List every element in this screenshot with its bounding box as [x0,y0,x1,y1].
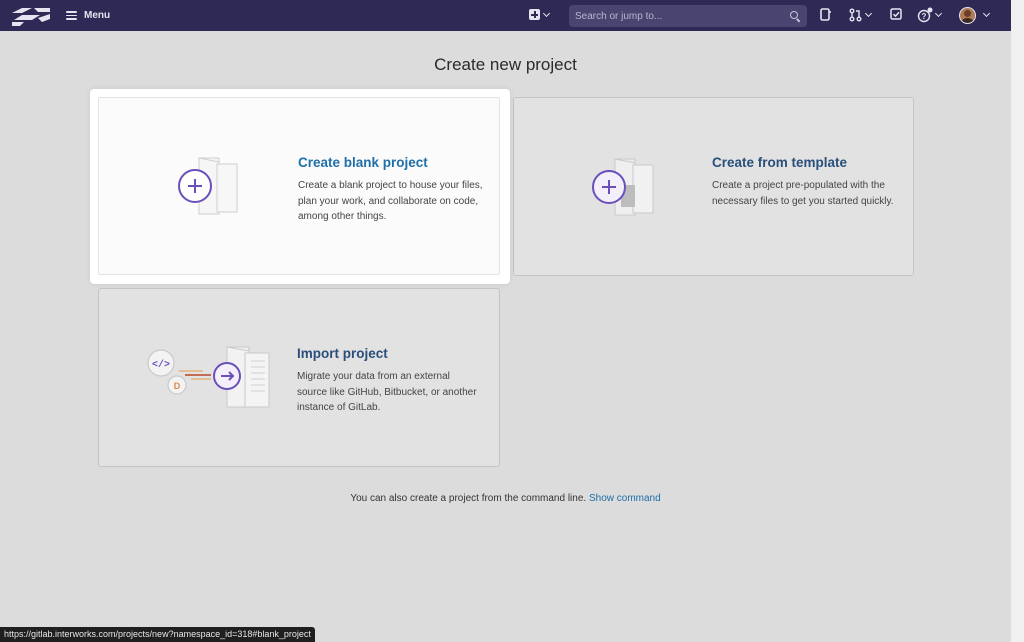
new-item-dropdown[interactable] [529,9,551,20]
merge-request-icon[interactable] [849,8,863,22]
search-input[interactable] [569,5,807,27]
brand-logo-icon[interactable] [10,5,52,27]
search-box[interactable] [569,5,807,27]
svg-text:D: D [174,381,181,391]
top-navbar: Menu ? [0,0,1011,31]
command-line-text: You can also create a project from the c… [350,493,587,504]
create-blank-project-highlight: Create blank project Create a blank proj… [90,89,510,284]
card-description: Migrate your data from an external sourc… [297,371,477,413]
todo-icon[interactable] [890,8,903,21]
help-icon[interactable]: ? [917,7,933,23]
chevron-down-icon [542,9,551,17]
create-from-template-card[interactable]: Create from template Create a project pr… [513,97,914,276]
chevron-down-icon[interactable] [982,9,991,18]
hamburger-icon [66,11,77,20]
command-line-hint: You can also create a project from the c… [0,493,1011,504]
card-description: Create a project pre-populated with the … [712,180,894,207]
card-title[interactable]: Create blank project [298,155,428,170]
search-icon [790,11,798,19]
plus-square-icon [529,9,540,20]
user-avatar[interactable] [959,7,976,24]
show-command-link[interactable]: Show command [589,493,661,504]
card-title[interactable]: Import project [297,346,388,361]
menu-button[interactable]: Menu [66,0,110,31]
scrollbar-track[interactable] [1011,0,1024,642]
page-title: Create new project [434,55,577,74]
card-description: Create a blank project to house your fil… [298,180,483,222]
card-title[interactable]: Create from template [712,155,847,170]
import-project-card[interactable]: </> D Import project Migrate your data f… [98,288,500,467]
import-arrow-icon: </> D [147,346,270,408]
chevron-down-icon[interactable] [934,9,943,18]
chevron-down-icon[interactable] [864,9,873,18]
menu-label: Menu [84,10,111,21]
plus-document-icon [178,157,238,215]
create-blank-project-card[interactable]: Create blank project Create a blank proj… [98,97,500,275]
template-document-icon [592,158,654,216]
svg-text:?: ? [922,12,927,21]
issues-icon[interactable] [820,8,832,22]
svg-text:</>: </> [152,359,170,371]
status-bar-url: https://gitlab.interworks.com/projects/n… [0,627,315,642]
